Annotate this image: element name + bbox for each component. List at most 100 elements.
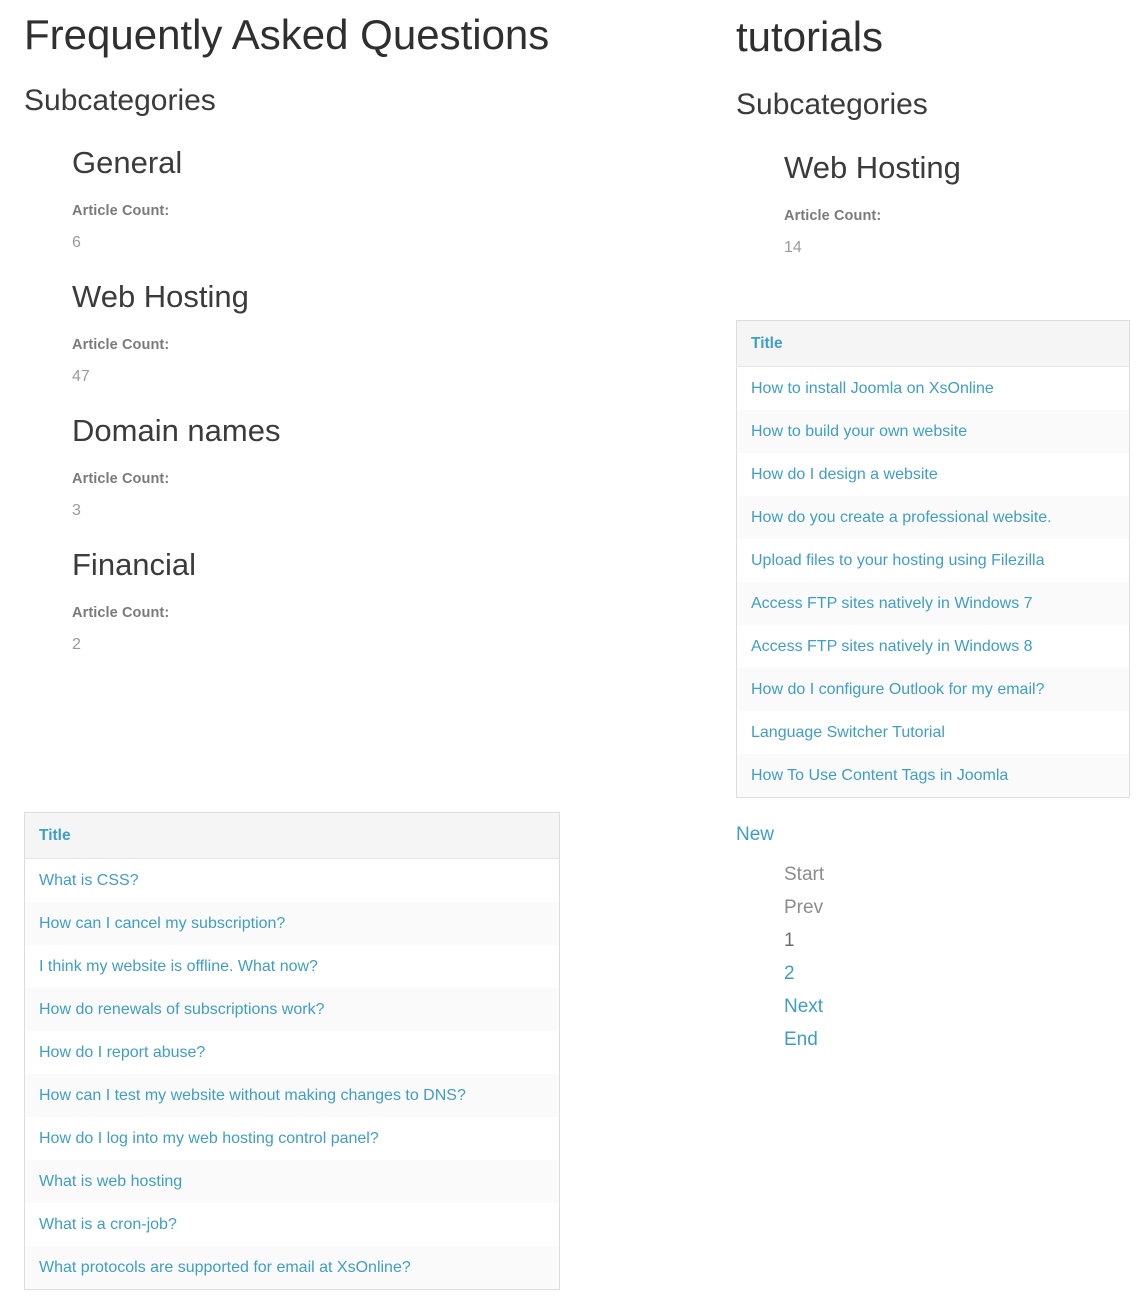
table-head: Title (736, 320, 1130, 367)
subcategory-item[interactable]: Web Hosting Article Count: 47 (24, 279, 624, 386)
article-link[interactable]: How do I configure Outlook for my email? (751, 681, 1044, 698)
article-link[interactable]: Language Switcher Tutorial (751, 724, 945, 741)
tutorials-articles-table: Title How to install Joomla on XsOnline … (736, 320, 1130, 798)
table-cell-title: How do I design a website (737, 453, 1130, 496)
article-link[interactable]: What is CSS? (39, 872, 139, 889)
pagination-start: Start (784, 864, 825, 885)
faq-articles-table-wrapper: Title What is CSS? How can I cancel my s… (24, 812, 560, 1290)
table-cell-title: How can I cancel my subscription? (25, 902, 560, 945)
table-cell-title: How to build your own website (737, 410, 1130, 453)
table-row[interactable]: What is a cron-job? (24, 1203, 560, 1246)
new-article-link[interactable]: New (736, 822, 1130, 848)
table-row[interactable]: How do you create a professional website… (736, 496, 1130, 539)
pagination-list: Start Prev 1 2 Next End (736, 858, 1130, 1056)
table-row[interactable]: How do I report abuse? (24, 1031, 560, 1074)
pagination-prev: Prev (784, 897, 824, 918)
table-row[interactable]: How to install Joomla on XsOnline (736, 366, 1130, 410)
table-body: How to install Joomla on XsOnline How to… (736, 366, 1130, 798)
table-row[interactable]: How can I test my website without making… (24, 1074, 560, 1117)
article-link[interactable]: How do renewals of subscriptions work? (39, 1001, 324, 1018)
subcategory-item[interactable]: General Article Count: 6 (24, 145, 624, 252)
page-title-faq: Frequently Asked Questions (24, 11, 550, 58)
subcategory-name[interactable]: Financial (24, 547, 624, 583)
pagination-end[interactable]: End (784, 1023, 1130, 1056)
table-header-row: Title (24, 812, 560, 859)
table-cell-title: What is web hosting (25, 1160, 560, 1203)
subcategory-item[interactable]: Financial Article Count: 2 (24, 547, 624, 654)
article-link[interactable]: How to build your own website (751, 423, 967, 440)
table-cell-title: How do renewals of subscriptions work? (25, 988, 560, 1031)
pagination-page-2[interactable]: 2 (784, 957, 1130, 990)
table-cell-title: Access FTP sites natively in Windows 8 (737, 625, 1130, 668)
table-row[interactable]: What protocols are supported for email a… (24, 1246, 560, 1290)
article-link[interactable]: How to install Joomla on XsOnline (751, 380, 994, 397)
article-link[interactable]: How do you create a professional website… (751, 509, 1052, 526)
subcategory-name[interactable]: Web Hosting (736, 150, 1136, 186)
table-row[interactable]: Language Switcher Tutorial (736, 711, 1130, 754)
article-link[interactable]: How can I cancel my subscription? (39, 915, 285, 932)
article-link[interactable]: What protocols are supported for email a… (39, 1259, 411, 1276)
faq-articles-table: Title What is CSS? How can I cancel my s… (24, 812, 560, 1290)
table-header-row: Title (736, 320, 1130, 367)
table-row[interactable]: I think my website is offline. What now? (24, 945, 560, 988)
subcategory-list-faq: General Article Count: 6 Web Hosting Art… (24, 145, 624, 654)
article-link[interactable]: What is a cron-job? (39, 1216, 177, 1233)
column-header-title[interactable]: Title (24, 812, 560, 859)
pagination-next-link[interactable]: Next (784, 996, 823, 1017)
table-cell-title: I think my website is offline. What now? (25, 945, 560, 988)
subcategory-name[interactable]: General (24, 145, 624, 181)
pagination-end-link[interactable]: End (784, 1029, 818, 1050)
article-link[interactable]: How do I log into my web hosting control… (39, 1130, 379, 1147)
table-cell-title: How can I test my website without making… (25, 1074, 560, 1117)
table-cell-title: How do you create a professional website… (737, 496, 1130, 539)
article-link[interactable]: How To Use Content Tags in Joomla (751, 767, 1008, 784)
subcategory-name[interactable]: Domain names (24, 413, 624, 449)
table-cell-title: Upload files to your hosting using Filez… (737, 539, 1130, 582)
table-row[interactable]: Upload files to your hosting using Filez… (736, 539, 1130, 582)
page-title-tutorials: tutorials (736, 13, 884, 60)
pagination-page-2-link[interactable]: 2 (784, 963, 795, 984)
table-cell-title: How do I configure Outlook for my email? (737, 668, 1130, 711)
table-row[interactable]: Access FTP sites natively in Windows 7 (736, 582, 1130, 625)
table-row[interactable]: How to build your own website (736, 410, 1130, 453)
table-row[interactable]: How do I log into my web hosting control… (24, 1117, 560, 1160)
faq-category-column: Frequently Asked Questions Subcategories… (24, 0, 624, 654)
knowledgebase-page: Frequently Asked Questions Subcategories… (0, 0, 1143, 1308)
article-count-label: Article Count: (72, 203, 170, 220)
table-row[interactable]: How do renewals of subscriptions work? (24, 988, 560, 1031)
table-row[interactable]: What is web hosting (24, 1160, 560, 1203)
article-link[interactable]: How can I test my website without making… (39, 1087, 466, 1104)
article-link[interactable]: I think my website is offline. What now? (39, 958, 318, 975)
table-row[interactable]: How To Use Content Tags in Joomla (736, 754, 1130, 798)
article-count-label: Article Count: (72, 471, 170, 488)
table-row[interactable]: What is CSS? (24, 858, 560, 903)
article-link[interactable]: What is web hosting (39, 1173, 182, 1190)
subcategories-heading-faq: Subcategories (24, 84, 216, 118)
article-link[interactable]: Access FTP sites natively in Windows 7 (751, 595, 1033, 612)
article-count-value: 6 (72, 234, 81, 252)
article-count-value: 2 (72, 636, 81, 654)
table-row[interactable]: How can I cancel my subscription? (24, 902, 560, 945)
table-row[interactable]: Access FTP sites natively in Windows 8 (736, 625, 1130, 668)
subcategory-item[interactable]: Domain names Article Count: 3 (24, 413, 624, 520)
table-cell-title: What protocols are supported for email a… (25, 1246, 560, 1290)
subcategory-name[interactable]: Web Hosting (24, 279, 624, 315)
column-header-title[interactable]: Title (736, 320, 1130, 367)
table-row[interactable]: How do I configure Outlook for my email? (736, 668, 1130, 711)
article-link[interactable]: How do I report abuse? (39, 1044, 205, 1061)
subcategories-heading-tutorials: Subcategories (736, 88, 928, 122)
pagination-page-1: 1 (784, 930, 795, 951)
article-link[interactable]: How do I design a website (751, 466, 938, 483)
pagination-block: New Start Prev 1 2 Next End (736, 822, 1130, 1056)
article-count-value: 47 (72, 368, 90, 386)
article-link[interactable]: Access FTP sites natively in Windows 8 (751, 638, 1033, 655)
article-link[interactable]: Upload files to your hosting using Filez… (751, 552, 1044, 569)
table-cell-title: How To Use Content Tags in Joomla (737, 754, 1130, 798)
table-row[interactable]: How do I design a website (736, 453, 1130, 496)
pagination-next[interactable]: Next (784, 990, 1130, 1023)
table-cell-title: What is CSS? (25, 859, 560, 903)
article-count-value: 3 (72, 502, 81, 520)
article-count-label: Article Count: (72, 337, 170, 354)
table-cell-title: How do I log into my web hosting control… (25, 1117, 560, 1160)
subcategory-item[interactable]: Web Hosting Article Count: 14 (736, 150, 1136, 257)
